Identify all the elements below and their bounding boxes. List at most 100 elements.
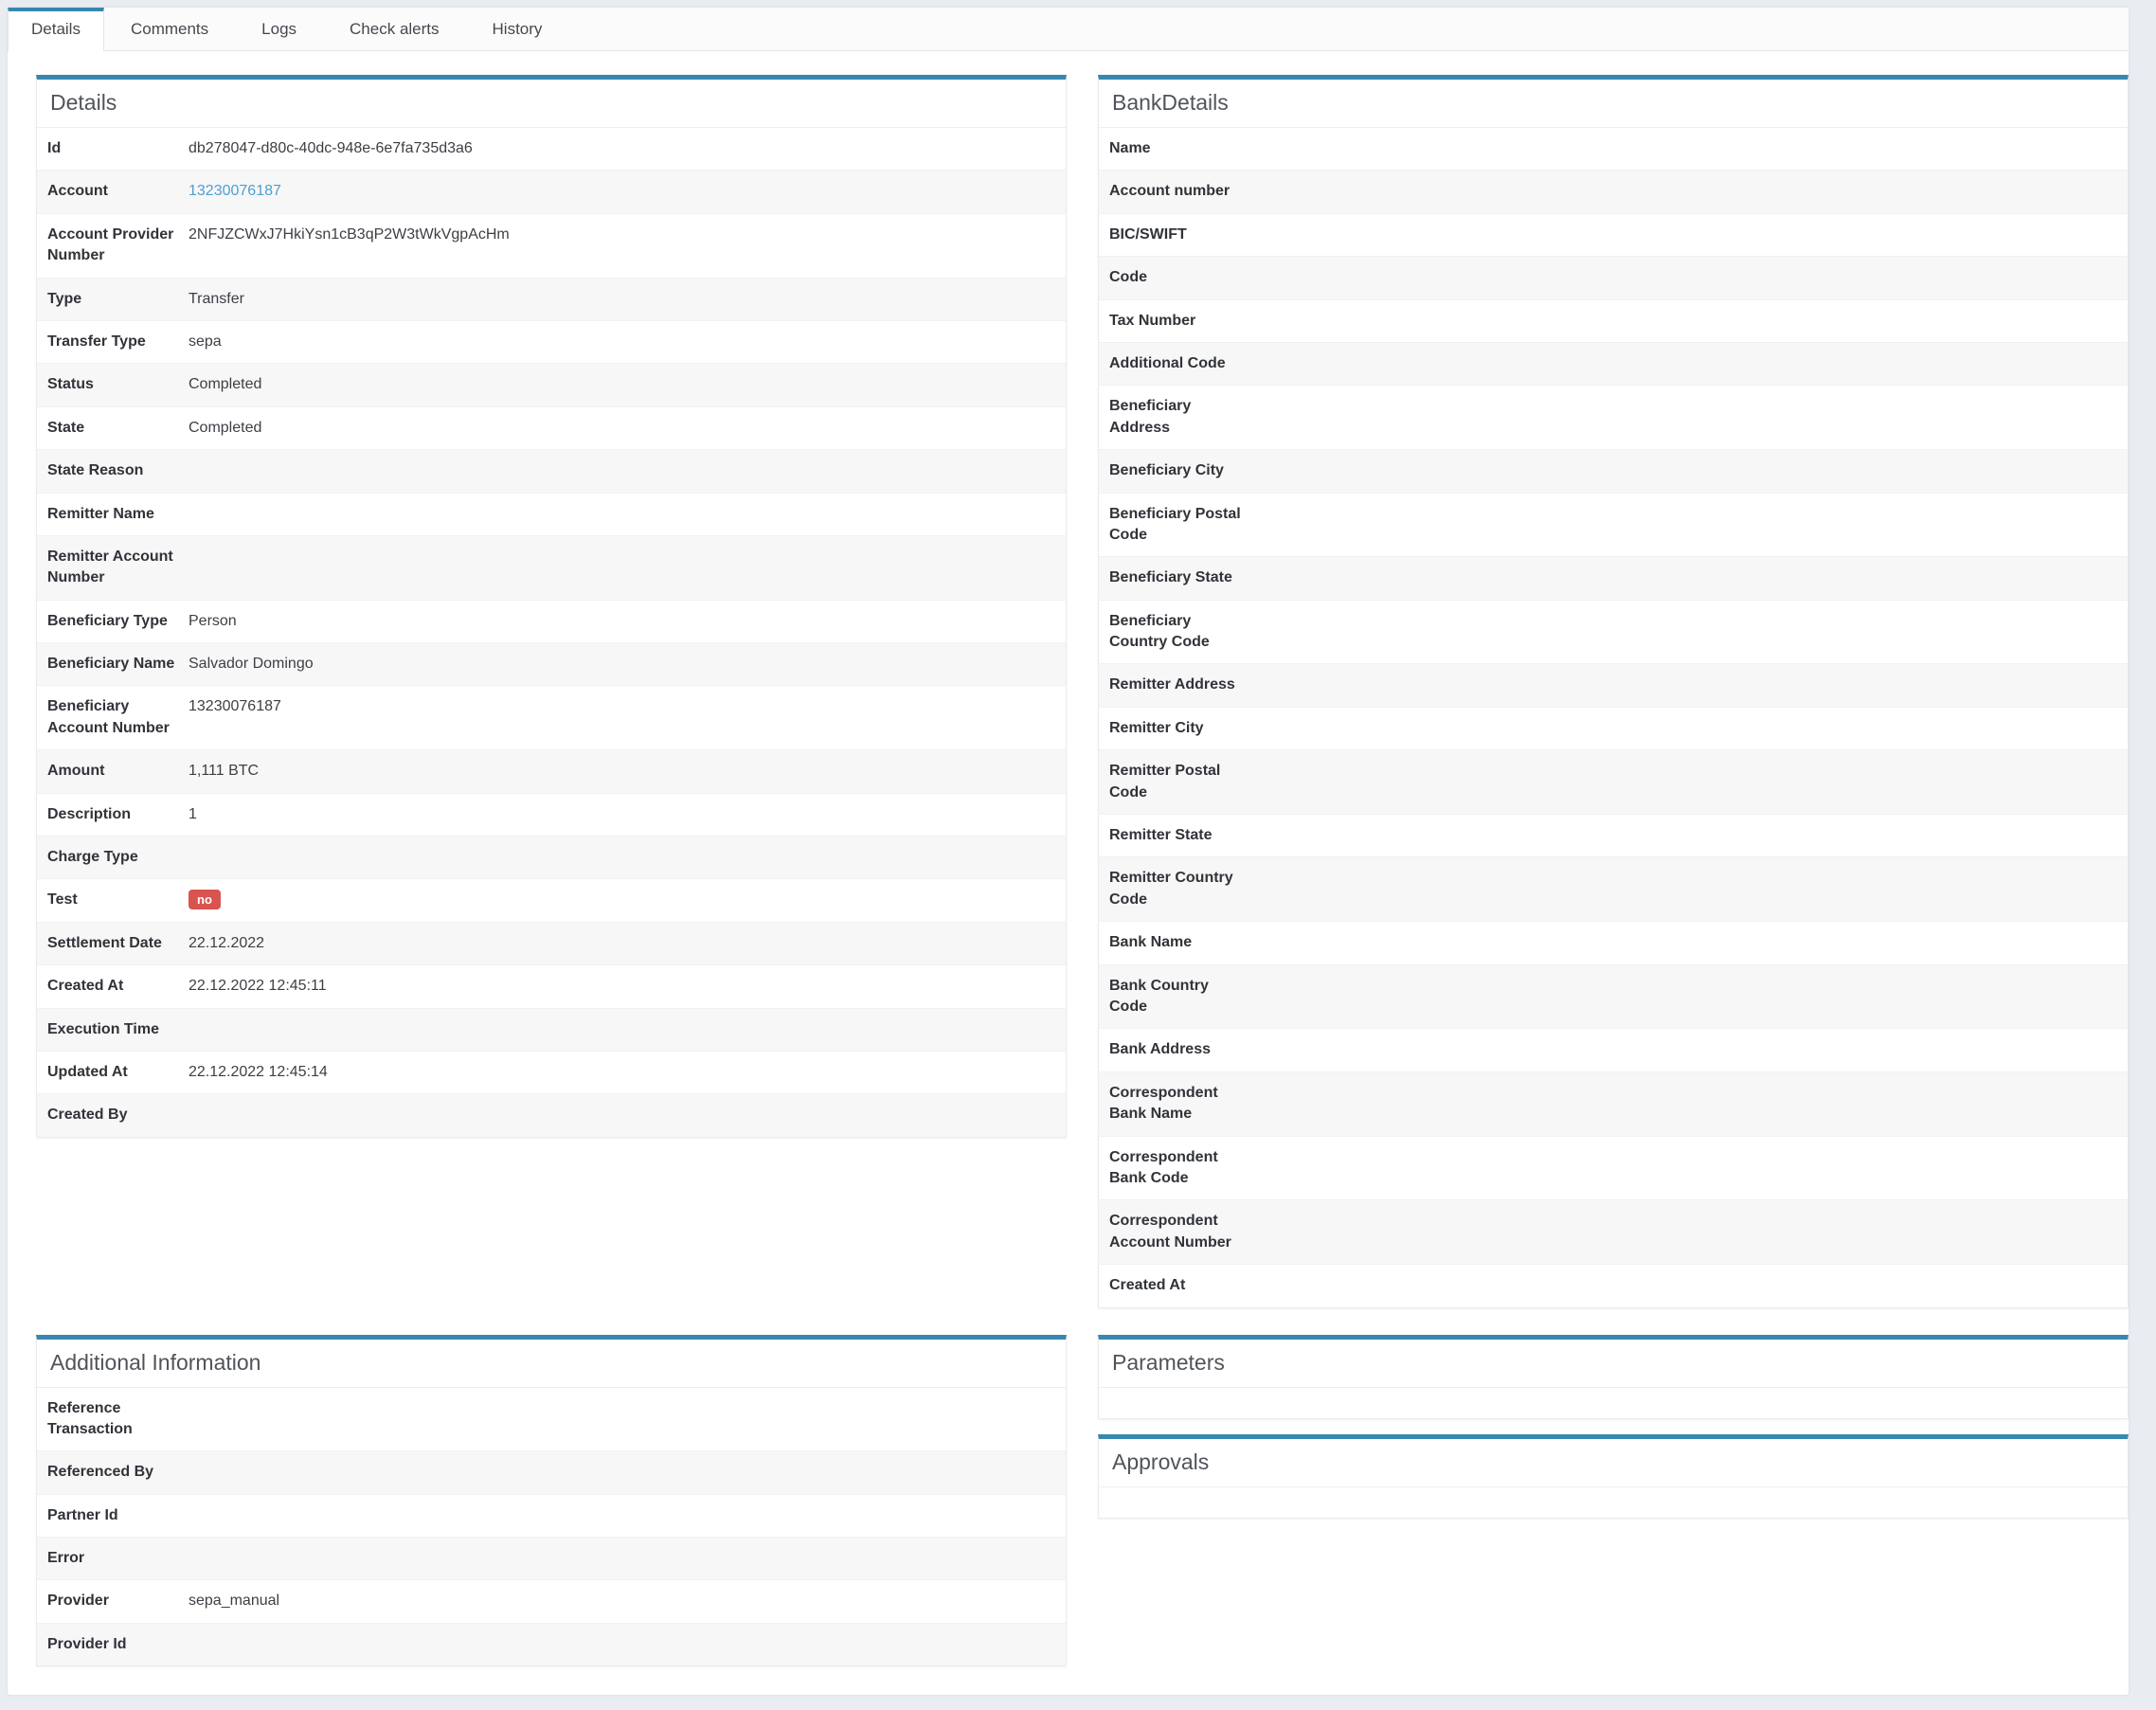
field-value: Completed xyxy=(179,374,261,395)
table-row: State Reason xyxy=(37,449,1066,492)
field-value: sepa_manual xyxy=(179,1591,279,1611)
field-label: Execution Time xyxy=(42,1019,179,1040)
account-link[interactable]: 13230076187 xyxy=(189,183,281,199)
field-value: 13230076187 xyxy=(179,181,281,202)
table-row: Transfer Typesepa xyxy=(37,320,1066,363)
tab-comments[interactable]: Comments xyxy=(104,8,235,50)
table-row: Account Provider Number2NFJZCWxJ7HkiYsn1… xyxy=(37,213,1066,278)
field-label: Id xyxy=(42,138,179,159)
tab-details[interactable]: Details xyxy=(8,8,104,51)
field-value xyxy=(179,460,189,481)
table-row: Providersepa_manual xyxy=(37,1579,1066,1622)
field-value xyxy=(179,1634,189,1655)
field-value xyxy=(1241,567,1250,588)
table-row: StatusCompleted xyxy=(37,363,1066,405)
field-value: db278047-d80c-40dc-948e-6e7fa735d3a6 xyxy=(179,138,473,159)
parameters-panel-title: Parameters xyxy=(1099,1340,2128,1388)
field-label: Remitter Postal Code xyxy=(1104,761,1241,803)
table-row: Code xyxy=(1099,256,2128,298)
table-row: Correspondent Bank Name xyxy=(1099,1071,2128,1136)
parameters-empty-body xyxy=(1099,1388,2128,1418)
tab-history[interactable]: History xyxy=(466,8,569,50)
field-label: Status xyxy=(42,374,179,395)
field-value xyxy=(1241,611,1250,632)
field-label: Beneficiary Type xyxy=(42,611,179,632)
field-label: Created At xyxy=(1104,1275,1241,1296)
field-value: Transfer xyxy=(179,289,244,310)
table-row: Remitter Address xyxy=(1099,663,2128,706)
field-value xyxy=(1241,353,1250,374)
field-label: Provider xyxy=(42,1591,179,1611)
field-value xyxy=(1241,932,1250,953)
field-label: Error xyxy=(42,1548,179,1569)
right-panel-stack: Parameters Approvals xyxy=(1098,1335,2129,1519)
tab-logs[interactable]: Logs xyxy=(235,8,323,50)
table-row: Remitter Country Code xyxy=(1099,856,2128,921)
field-value xyxy=(1241,1211,1250,1232)
field-label: Remitter Account Number xyxy=(42,547,179,589)
table-row: Remitter Account Number xyxy=(37,535,1066,600)
field-value xyxy=(179,1398,189,1419)
field-value xyxy=(179,504,189,525)
field-label: Bank Country Code xyxy=(1104,976,1241,1018)
field-value: Person xyxy=(179,611,237,632)
field-label: Amount xyxy=(42,761,179,782)
field-value xyxy=(1241,825,1250,846)
table-row: Beneficiary Address xyxy=(1099,385,2128,449)
field-label: Beneficiary Account Number xyxy=(42,696,179,739)
table-row: Settlement Date22.12.2022 xyxy=(37,922,1066,964)
field-label: Correspondent Bank Code xyxy=(1104,1147,1241,1190)
details-panel-title: Details xyxy=(37,80,1066,128)
field-label: State Reason xyxy=(42,460,179,481)
table-row: StateCompleted xyxy=(37,406,1066,449)
field-label: Remitter Name xyxy=(42,504,179,525)
table-row: Remitter Postal Code xyxy=(1099,749,2128,814)
field-value xyxy=(179,547,189,567)
field-value xyxy=(1241,311,1250,332)
field-label: Beneficiary Postal Code xyxy=(1104,504,1241,547)
field-label: Test xyxy=(42,890,179,910)
table-row: Account number xyxy=(1099,170,2128,212)
approvals-empty-body xyxy=(1099,1487,2128,1518)
table-row: Correspondent Account Number xyxy=(1099,1199,2128,1264)
field-label: Account number xyxy=(1104,181,1241,202)
field-label: Bank Name xyxy=(1104,932,1241,953)
field-value xyxy=(1241,1147,1250,1168)
additional-information-rows: Reference TransactionReferenced ByPartne… xyxy=(37,1388,1066,1666)
table-row: Remitter State xyxy=(1099,814,2128,856)
table-row: Created At xyxy=(1099,1264,2128,1306)
additional-information-panel-title: Additional Information xyxy=(37,1340,1066,1388)
table-row: Testno xyxy=(37,878,1066,921)
field-label: Correspondent Account Number xyxy=(1104,1211,1241,1253)
bank-details-panel: BankDetails NameAccount numberBIC/SWIFTC… xyxy=(1098,75,2129,1308)
tab-bar: Details Comments Logs Check alerts Histo… xyxy=(8,8,2129,51)
bank-details-panel-title: BankDetails xyxy=(1099,80,2128,128)
field-label: Description xyxy=(42,804,179,825)
field-label: Bank Address xyxy=(1104,1039,1241,1060)
details-rows: Iddb278047-d80c-40dc-948e-6e7fa735d3a6 Ac… xyxy=(37,128,1066,1137)
field-label: Created At xyxy=(42,976,179,997)
table-row: Beneficiary NameSalvador Domingo xyxy=(37,642,1066,685)
field-value xyxy=(1241,976,1250,997)
approvals-panel-title: Approvals xyxy=(1099,1439,2128,1487)
test-badge: no xyxy=(189,890,221,909)
field-value xyxy=(1241,267,1250,288)
field-label: Remitter City xyxy=(1104,718,1241,739)
field-label: Reference Transaction xyxy=(42,1398,179,1441)
tab-content: Details Iddb278047-d80c-40dc-948e-6e7fa7… xyxy=(8,51,2129,1695)
field-value: 22.12.2022 12:45:14 xyxy=(179,1062,328,1083)
table-row: Account13230076187 xyxy=(37,170,1066,212)
tab-check-alerts[interactable]: Check alerts xyxy=(323,8,465,50)
table-row: Charge Type xyxy=(37,836,1066,878)
table-row: Beneficiary Postal Code xyxy=(1099,493,2128,557)
field-value xyxy=(179,1019,189,1040)
approvals-panel: Approvals xyxy=(1098,1434,2129,1519)
field-value: Salvador Domingo xyxy=(179,654,314,675)
field-value xyxy=(1241,868,1250,889)
field-label: Partner Id xyxy=(42,1505,179,1526)
table-row: Beneficiary City xyxy=(1099,449,2128,492)
details-panel: Details Iddb278047-d80c-40dc-948e-6e7fa7… xyxy=(36,75,1067,1138)
table-row: Reference Transaction xyxy=(37,1388,1066,1451)
table-row: BIC/SWIFT xyxy=(1099,213,2128,256)
field-value: 22.12.2022 12:45:11 xyxy=(179,976,327,997)
